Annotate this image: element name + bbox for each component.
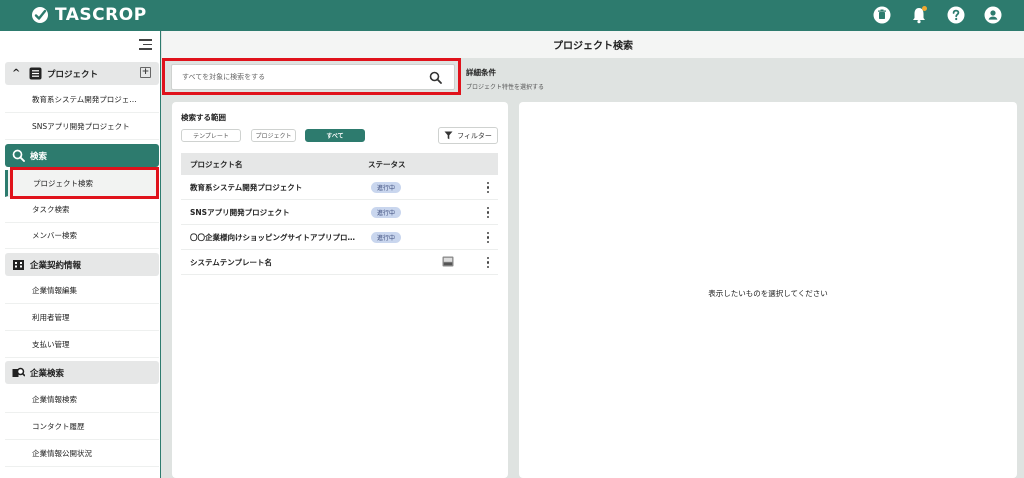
empty-state-message: 表示したいものを選択してください [708,289,828,298]
status-badge: 進行中 [371,232,402,243]
sidebar-item-task-search[interactable]: タスク検索 [5,197,159,223]
logo-check-icon [32,7,48,23]
table-header: プロジェクト名 ステータス [181,153,498,175]
sidebar-item-member-search[interactable]: メンバー検索 [5,223,159,249]
building-icon [11,258,25,272]
sidebar-item-user-management[interactable]: 利用者管理 [5,305,159,331]
help-icon[interactable] [947,6,965,24]
table-row[interactable]: システムテンプレート名 [181,250,498,275]
status-badge: 進行中 [371,182,402,193]
chip-project[interactable]: プロジェクト [251,129,296,142]
detail-conditions[interactable]: 詳細条件 プロジェクト特性を選択する [466,67,544,91]
chip-all[interactable]: すべて [305,129,365,142]
column-header-name: プロジェクト名 [190,159,243,169]
chevron-up-icon: ^ [12,68,21,79]
search-icon [11,149,25,163]
add-project-button[interactable]: + [140,67,151,78]
page-title: プロジェクト検索 [162,31,1024,58]
menu-toggle-icon[interactable] [139,39,152,50]
chip-template[interactable]: テンプレート [181,129,241,142]
sidebar-item-contact-history[interactable]: コンタクト履歴 [5,414,159,440]
bell-icon[interactable] [910,6,928,24]
project-name: SNSアプリ開発プロジェクト [190,207,290,217]
sidebar: ^ プロジェクト + 教育系システム開発プロジェ… SNSアプリ開発プロジェクト… [0,31,161,478]
filter-button[interactable]: フィルター [438,127,498,144]
project-name: 教育系システム開発プロジェクト [190,182,303,192]
search-range-label: 検索する範囲 [181,113,226,122]
sidebar-group-contract[interactable]: 企業契約情報 [5,253,159,276]
kebab-menu-icon[interactable] [487,257,490,268]
detail-conditions-title: 詳細条件 [466,68,496,77]
search-input[interactable] [172,65,412,89]
detail-conditions-subtitle: プロジェクト特性を選択する [466,84,545,91]
project-name: 〇〇企業様向けショッピングサイトアプリプロ… [190,232,355,242]
column-header-status: ステータス [368,159,406,169]
template-icon [442,256,454,267]
sidebar-group-label: プロジェクト [47,69,99,80]
sidebar-group-project[interactable]: ^ プロジェクト + [5,62,159,85]
user-icon[interactable] [984,6,1002,24]
notification-dot [922,6,927,11]
sidebar-group-company-search[interactable]: 企業検索 [5,361,159,384]
sidebar-group-label: 企業契約情報 [30,260,82,271]
search-icon[interactable] [429,71,442,84]
kebab-menu-icon[interactable] [487,207,490,218]
search-box [171,64,455,90]
sidebar-item-payment-management[interactable]: 支払い管理 [5,332,159,358]
trash-icon[interactable] [873,6,891,24]
sidebar-group-label: 検索 [30,151,48,162]
kebab-menu-icon[interactable] [487,182,490,193]
filter-icon [444,131,453,140]
sidebar-item-project-search[interactable]: プロジェクト検索 [5,170,159,197]
sidebar-group-label: 企業検索 [30,368,65,379]
filter-label: フィルター [457,131,492,140]
app-name: TASCROP [55,5,147,25]
table-row[interactable]: 教育系システム開発プロジェクト 進行中 [181,175,498,200]
kebab-menu-icon[interactable] [487,232,490,243]
sidebar-item-project-2[interactable]: SNSアプリ開発プロジェクト [5,114,159,140]
table-row[interactable]: 〇〇企業様向けショッピングサイトアプリプロ… 進行中 [181,225,498,250]
table-row[interactable]: SNSアプリ開発プロジェクト 進行中 [181,200,498,225]
sidebar-group-search[interactable]: 検索 [5,144,159,167]
search-results-panel: 検索する範囲 テンプレート プロジェクト すべて フィルター プロジェクト名 ス… [172,102,508,478]
template-name: システムテンプレート名 [190,257,273,267]
list-icon [28,67,42,81]
sidebar-item-company-info-search[interactable]: 企業情報検索 [5,387,159,413]
sidebar-item-company-edit[interactable]: 企業情報編集 [5,278,159,304]
app-logo[interactable]: TASCROP [31,4,147,26]
top-bar: TASCROP [0,0,1024,31]
status-badge: 進行中 [371,207,402,218]
sidebar-item-project-1[interactable]: 教育系システム開発プロジェ… [5,87,159,113]
sidebar-item-publication-status[interactable]: 企業情報公開状況 [5,441,159,467]
company-search-icon [11,366,25,380]
detail-panel: 表示したいものを選択してください [519,102,1017,478]
